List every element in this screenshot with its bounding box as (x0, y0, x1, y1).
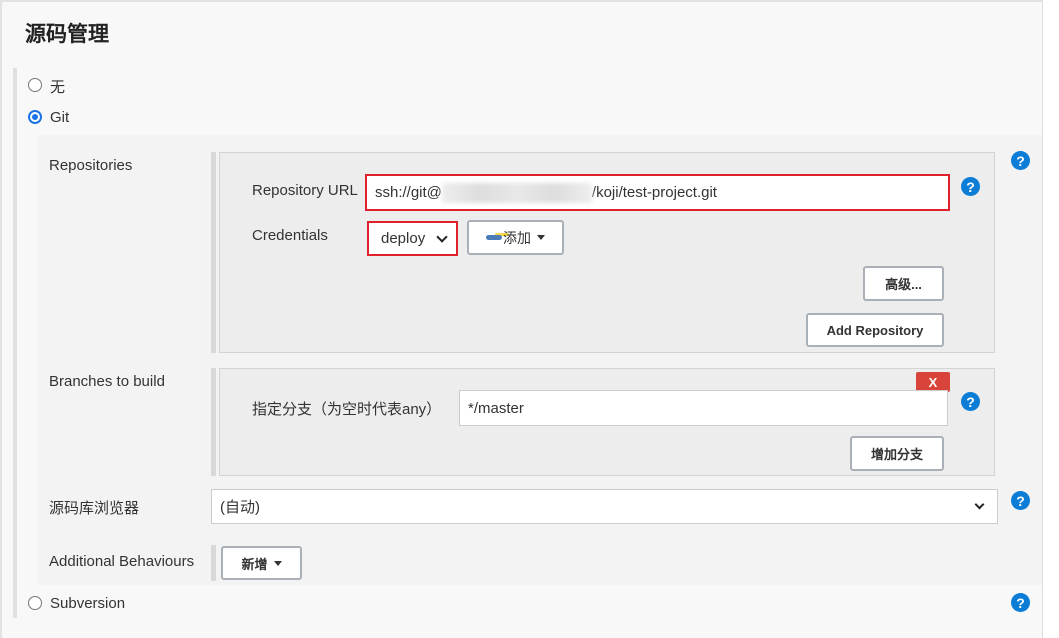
radio-git[interactable] (28, 110, 42, 124)
add-repository-button[interactable]: Add Repository (806, 313, 944, 347)
radio-none[interactable] (28, 78, 42, 92)
section-title: 源码管理 (25, 23, 109, 46)
repository-browser-select[interactable]: (自动) (211, 489, 998, 524)
key-icon (486, 235, 502, 240)
credentials-label: Credentials (252, 227, 328, 244)
radio-none-label: 无 (50, 79, 66, 96)
branches-bar (211, 368, 216, 476)
redacted-host (441, 182, 592, 203)
repository-browser-label: 源码库浏览器 (49, 500, 140, 517)
add-branch-button[interactable]: 增加分支 (850, 436, 944, 471)
repositories-bar (211, 152, 216, 353)
help-icon[interactable]: ? (1011, 491, 1030, 510)
add-behaviour-button[interactable]: 新增 (221, 546, 302, 580)
help-icon[interactable]: ? (961, 392, 980, 411)
branches-label: Branches to build (49, 373, 165, 390)
additional-behaviours-label: Additional Behaviours (49, 553, 195, 570)
radio-subversion-label: Subversion (50, 595, 126, 612)
chevron-down-icon (436, 230, 448, 243)
delete-branch-button[interactable]: X (916, 372, 950, 392)
repository-browser-value: (自动) (220, 499, 260, 516)
help-icon[interactable]: ? (961, 177, 980, 196)
url-prefix: ssh://git@ (375, 184, 442, 201)
url-suffix: /koji/test-project.git (591, 184, 717, 201)
repositories-label: Repositories (49, 157, 133, 174)
help-icon[interactable]: ? (1011, 593, 1030, 612)
radio-git-label: Git (50, 109, 70, 126)
advanced-button[interactable]: 高级... (863, 266, 944, 301)
credentials-value: deploy (381, 230, 426, 247)
repository-url-input[interactable]: ssh://git@ /koji/test-project.git (365, 174, 950, 211)
branch-specifier-label: 指定分支（为空时代表any） (252, 401, 442, 418)
branch-specifier-input[interactable]: */master (459, 390, 948, 426)
help-icon[interactable]: ? (1011, 151, 1030, 170)
chevron-down-icon (974, 499, 985, 510)
section-divider (13, 68, 17, 618)
radio-subversion[interactable] (28, 596, 42, 610)
credentials-select[interactable]: deploy (367, 221, 458, 256)
add-credentials-button[interactable]: 添加 (467, 220, 564, 255)
behaviours-bar (211, 545, 216, 581)
caret-down-icon (537, 235, 545, 240)
caret-down-icon (273, 560, 282, 566)
repository-url-label: Repository URL (252, 182, 358, 199)
